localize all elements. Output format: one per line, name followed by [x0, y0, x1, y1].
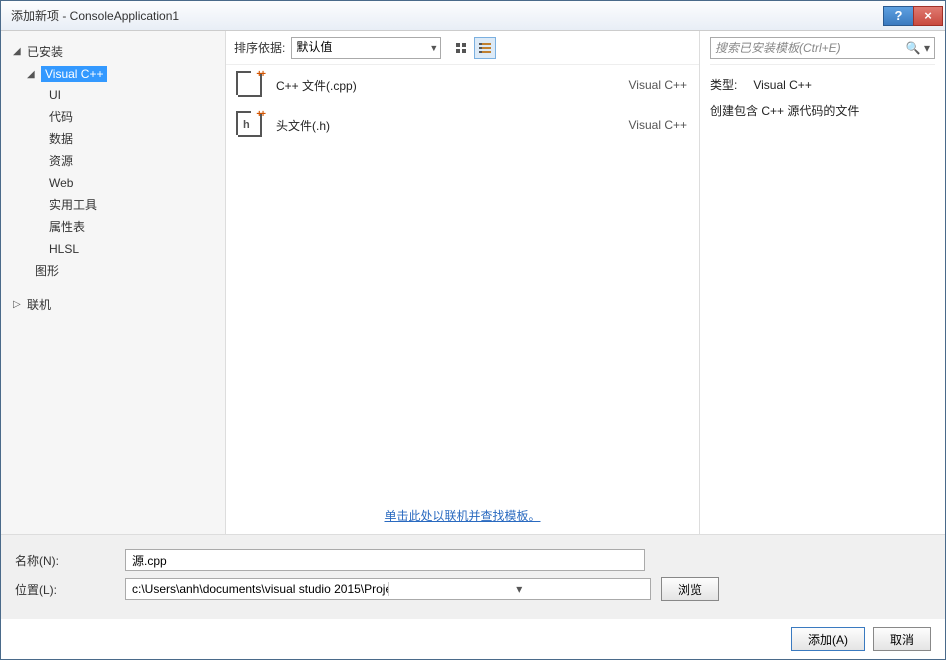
tree-child-item[interactable]: UI: [1, 84, 225, 106]
location-combo[interactable]: c:\Users\anh\documents\visual studio 201…: [125, 578, 651, 600]
sort-value: 默认值: [296, 40, 332, 54]
footer: 添加(A) 取消: [1, 619, 945, 659]
view-buttons: [450, 37, 496, 59]
tree-online-label: 联机: [27, 296, 51, 313]
form-pane: 名称(N): 位置(L): c:\Users\anh\documents\vis…: [1, 534, 945, 619]
online-search-link[interactable]: 单击此处以联机并查找模板。: [384, 509, 540, 523]
tree-online[interactable]: ▷ 联机: [1, 292, 225, 317]
name-row: 名称(N):: [15, 549, 931, 571]
window-title: 添加新项 - ConsoleApplication1: [11, 7, 883, 24]
template-item-label: 头文件(.h): [276, 117, 615, 134]
center-pane: 排序依据: 默认值 ▼ ++C++ 文件(.cpp)Visual C+: [226, 31, 700, 534]
main-row: ◢ 已安装 ◢ Visual C++ UI代码数据资源Web实用工具属性表HLS…: [1, 31, 945, 534]
name-label: 名称(N):: [15, 552, 115, 569]
template-list: ++ C++ 文件(.cpp) Visual C++ ++h 头文件(.h) Visual…: [226, 65, 699, 497]
location-label: 位置(L):: [15, 581, 115, 598]
location-row: 位置(L): c:\Users\anh\documents\visual stu…: [15, 577, 931, 601]
tree-child-item[interactable]: 属性表: [1, 216, 225, 238]
tree-installed[interactable]: ◢ 已安装: [1, 39, 225, 64]
tree-pane: ◢ 已安装 ◢ Visual C++ UI代码数据资源Web实用工具属性表HLS…: [1, 31, 226, 534]
location-value: c:\Users\anh\documents\visual studio 201…: [126, 582, 388, 596]
dialog-window: 添加新项 - ConsoleApplication1 ? × ◢ 已安装 ◢ V…: [0, 0, 946, 660]
search-row: 搜索已安装模板(Ctrl+E) 🔍 ▾: [710, 31, 935, 65]
add-button[interactable]: 添加(A): [791, 627, 865, 651]
tree-child-item[interactable]: 代码: [1, 106, 225, 128]
details-pane: 搜索已安装模板(Ctrl+E) 🔍 ▾ 类型: Visual C++ 创建包含 …: [700, 31, 945, 534]
dropdown-arrow-icon: ▾: [388, 582, 651, 596]
cancel-button[interactable]: 取消: [873, 627, 931, 651]
info-type-value: Visual C++: [753, 78, 811, 92]
search-input[interactable]: 搜索已安装模板(Ctrl+E) 🔍 ▾: [710, 37, 935, 59]
dropdown-arrow-icon: ▼: [429, 43, 438, 53]
tree-child-item[interactable]: 数据: [1, 128, 225, 150]
chevron-down-icon: ◢: [13, 46, 23, 57]
tree-installed-label: 已安装: [27, 43, 63, 60]
tree-child-item[interactable]: HLSL: [1, 238, 225, 260]
tree-visual-cpp-label: Visual C++: [41, 66, 107, 82]
list-icon: [479, 43, 491, 53]
search-placeholder: 搜索已安装模板(Ctrl+E): [715, 39, 841, 56]
help-button[interactable]: ?: [883, 6, 913, 26]
info-type-row: 类型: Visual C++: [710, 75, 935, 95]
grid-icon: [456, 43, 466, 53]
center-toolbar: 排序依据: 默认值 ▼: [226, 31, 699, 65]
sort-dropdown[interactable]: 默认值: [291, 37, 441, 59]
view-list-button[interactable]: [474, 37, 496, 59]
titlebar: 添加新项 - ConsoleApplication1 ? ×: [1, 1, 945, 31]
name-input[interactable]: [125, 549, 645, 571]
template-info: 类型: Visual C++ 创建包含 C++ 源代码的文件: [710, 65, 935, 131]
chevron-down-icon: ◢: [27, 69, 37, 80]
chevron-right-icon: ▷: [13, 299, 23, 310]
tree-graphics[interactable]: 图形: [1, 260, 225, 282]
tree-visual-cpp[interactable]: ◢ Visual C++: [1, 64, 225, 84]
header-file-icon: ++h: [238, 113, 262, 137]
template-item-lang: Visual C++: [629, 118, 687, 132]
online-link-row: 单击此处以联机并查找模板。: [226, 497, 699, 534]
close-button[interactable]: ×: [913, 6, 943, 26]
view-grid-button[interactable]: [450, 37, 472, 59]
template-item-lang: Visual C++: [629, 78, 687, 92]
content-area: ◢ 已安装 ◢ Visual C++ UI代码数据资源Web实用工具属性表HLS…: [1, 31, 945, 659]
browse-button[interactable]: 浏览: [661, 577, 719, 601]
info-type-label: 类型:: [710, 75, 750, 95]
cpp-file-icon: ++: [238, 73, 262, 97]
tree-child-item[interactable]: 资源: [1, 150, 225, 172]
search-icon: 🔍 ▾: [906, 41, 930, 55]
info-desc: 创建包含 C++ 源代码的文件: [710, 101, 935, 121]
template-item-label: C++ 文件(.cpp): [276, 77, 615, 94]
tree-child-item[interactable]: 实用工具: [1, 194, 225, 216]
titlebar-buttons: ? ×: [883, 6, 943, 26]
template-item[interactable]: ++h 头文件(.h) Visual C++: [226, 105, 699, 145]
tree-child-item[interactable]: Web: [1, 172, 225, 194]
sort-label: 排序依据:: [234, 39, 285, 56]
template-item[interactable]: ++ C++ 文件(.cpp) Visual C++: [226, 65, 699, 105]
